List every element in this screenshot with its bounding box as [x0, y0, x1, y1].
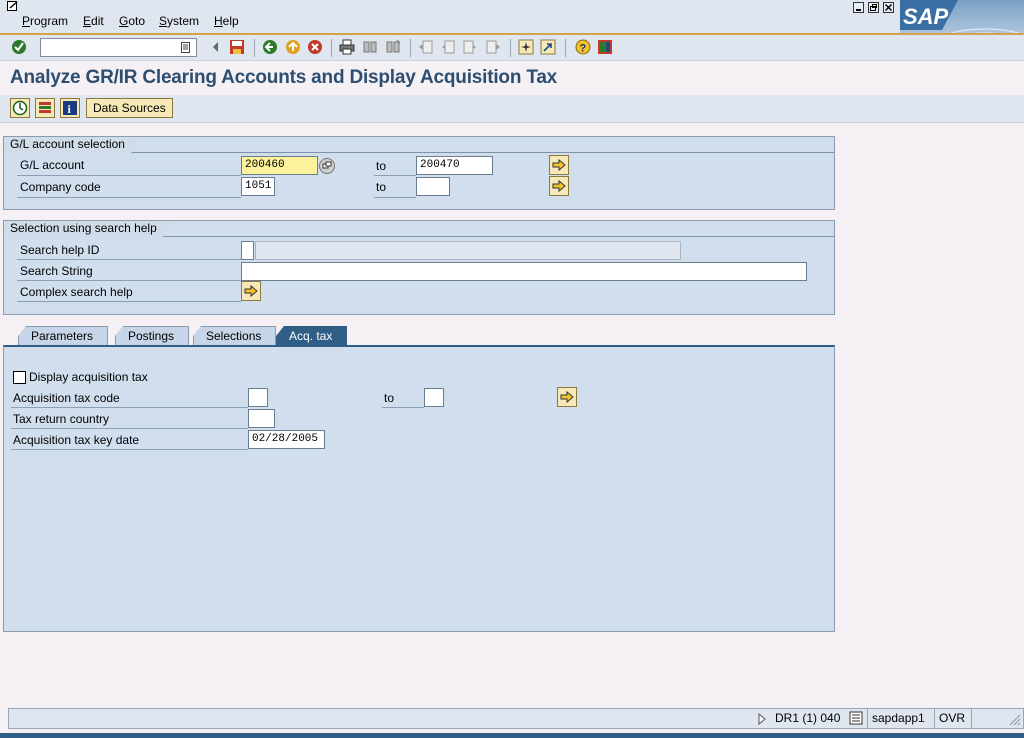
search-string-label: Search String	[20, 264, 93, 278]
menu-help[interactable]: Help	[214, 14, 239, 28]
enter-icon[interactable]	[11, 39, 27, 55]
insert-mode: OVR	[934, 709, 969, 728]
exit-icon[interactable]	[285, 39, 301, 55]
acq-tax-panel: Display acquisition tax Acquisition tax …	[3, 345, 835, 632]
arrow-right-icon	[244, 284, 258, 298]
gl-account-to-label: to	[376, 159, 387, 173]
gl-account-from-input[interactable]: 200460	[241, 156, 318, 175]
command-field-input[interactable]	[41, 39, 176, 56]
acquisition-tax-code-multiple-selection-button[interactable]	[557, 387, 577, 407]
selection-options-icon	[39, 102, 51, 113]
previous-page-icon[interactable]	[440, 39, 456, 55]
acquisition-tax-code-label: Acquisition tax code	[13, 391, 120, 405]
tax-return-country-label: Tax return country	[13, 412, 110, 426]
gl-account-multiple-selection-button[interactable]	[549, 155, 569, 175]
arrow-right-icon	[552, 179, 566, 193]
svg-text:?: ?	[580, 43, 587, 55]
search-help-description-field	[255, 241, 681, 260]
search-help-id-input[interactable]	[241, 241, 254, 260]
information-icon: i	[63, 101, 77, 116]
tab-parameters[interactable]: Parameters	[18, 326, 109, 345]
first-page-icon[interactable]	[418, 39, 434, 55]
search-help-title: Selection using search help	[4, 221, 179, 237]
command-history-icon[interactable]	[180, 41, 192, 54]
bottom-border	[0, 733, 1024, 738]
cancel-icon[interactable]	[307, 39, 323, 55]
create-session-icon[interactable]	[518, 39, 534, 55]
system-info-list-icon[interactable]	[849, 711, 863, 725]
print-icon[interactable]	[339, 39, 355, 55]
gl-account-selection-title: G/L account selection	[4, 137, 147, 153]
resize-grip-icon[interactable]	[1007, 712, 1021, 726]
menu-program[interactable]: Program	[22, 14, 68, 28]
next-page-icon[interactable]	[462, 39, 478, 55]
status-expand-icon[interactable]	[757, 712, 767, 726]
company-code-multiple-selection-button[interactable]	[549, 176, 569, 196]
menu-goto[interactable]: Goto	[119, 14, 145, 28]
company-code-from-input[interactable]: 1051	[241, 177, 275, 196]
data-sources-button[interactable]: Data Sources	[86, 98, 173, 118]
search-string-input[interactable]	[241, 262, 807, 281]
acquisition-tax-key-date-input[interactable]: 02/28/2005	[248, 430, 325, 449]
gl-account-label: G/L account	[20, 158, 85, 172]
find-next-icon[interactable]	[385, 39, 401, 55]
status-bar: DR1 (1) 040 sapdapp1 OVR	[8, 708, 1024, 729]
minimize-icon[interactable]	[853, 2, 864, 13]
menu-bar: Program Edit Goto System Help	[0, 0, 1024, 33]
standard-toolbar: ?	[0, 33, 1024, 60]
tab-selections[interactable]: Selections	[193, 326, 277, 345]
display-acquisition-tax-label: Display acquisition tax	[29, 370, 148, 384]
acquisition-tax-code-to-label: to	[384, 391, 395, 405]
shortcut-icon[interactable]	[540, 39, 556, 55]
title-bar: Analyze GR/IR Clearing Accounts and Disp…	[0, 60, 1024, 95]
tax-return-country-input[interactable]	[248, 409, 275, 428]
arrow-right-icon	[552, 158, 566, 172]
server-name: sapdapp1	[867, 709, 929, 728]
search-help-frame: Selection using search help Search help …	[3, 220, 835, 315]
acquisition-tax-code-from-input[interactable]	[248, 388, 268, 407]
close-window-icon[interactable]	[883, 2, 894, 13]
customize-layout-icon[interactable]	[597, 39, 613, 55]
arrow-right-icon	[560, 390, 574, 404]
menu-edit[interactable]: Edit	[83, 14, 104, 28]
tab-acq-tax[interactable]: Acq. tax	[276, 326, 348, 345]
help-icon[interactable]: ?	[575, 39, 591, 55]
company-code-to-input[interactable]	[416, 177, 450, 196]
acquisition-tax-key-date-label: Acquisition tax key date	[13, 433, 140, 447]
last-page-icon[interactable]	[485, 39, 501, 55]
information-button[interactable]: i	[60, 98, 80, 118]
execute-button[interactable]	[10, 98, 30, 118]
tab-postings[interactable]: Postings	[115, 326, 190, 345]
execute-icon	[12, 100, 28, 116]
multiple-selection-icon[interactable]	[318, 157, 336, 175]
save-icon[interactable]	[229, 39, 245, 55]
find-icon[interactable]	[362, 39, 378, 55]
complex-search-help-button[interactable]	[241, 281, 261, 301]
page-title: Analyze GR/IR Clearing Accounts and Disp…	[10, 67, 558, 88]
back-icon[interactable]	[262, 39, 278, 55]
status-empty-cell	[971, 709, 997, 728]
company-code-to-label: to	[376, 180, 387, 194]
selection-options-button[interactable]	[35, 98, 55, 118]
acquisition-tax-code-to-input[interactable]	[424, 388, 444, 407]
complex-search-help-label: Complex search help	[20, 285, 133, 299]
svg-text:SAP: SAP	[903, 4, 949, 29]
system-menu-icon[interactable]	[7, 1, 19, 12]
collapse-command-icon[interactable]	[208, 39, 224, 55]
display-acquisition-tax-checkbox[interactable]	[13, 371, 26, 384]
search-help-id-label: Search help ID	[20, 243, 100, 257]
restore-icon[interactable]	[868, 2, 879, 13]
gl-account-selection-frame: G/L account selection G/L account 200460…	[3, 136, 835, 210]
gl-account-to-input[interactable]: 200470	[416, 156, 493, 175]
menu-system[interactable]: System	[159, 14, 199, 28]
application-toolbar: i Data Sources	[0, 95, 1024, 123]
system-info: DR1 (1) 040	[775, 711, 841, 725]
command-field[interactable]	[40, 38, 197, 57]
company-code-label: Company code	[20, 180, 101, 194]
